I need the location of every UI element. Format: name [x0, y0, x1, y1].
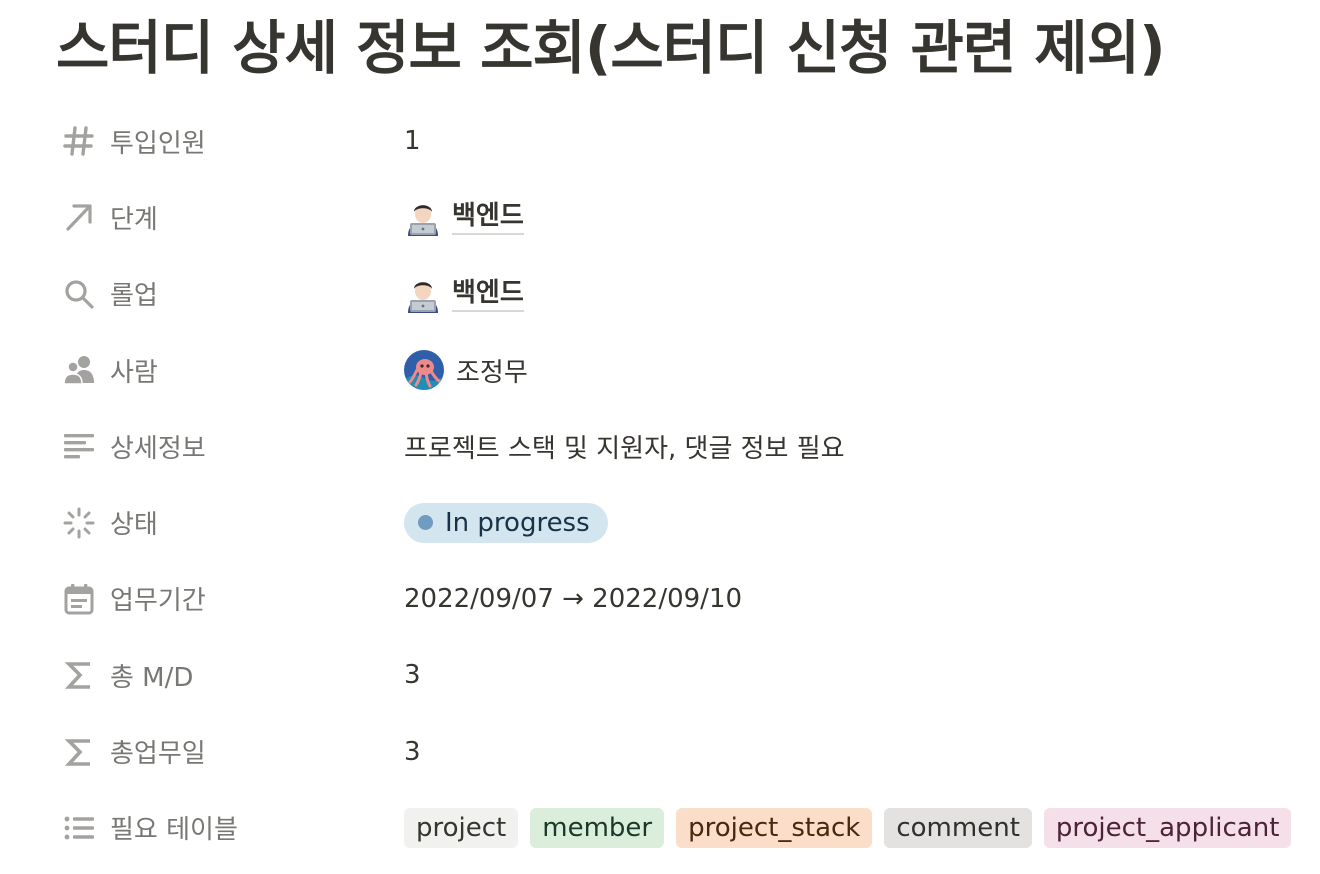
property-name-period[interactable]: 업무기간: [56, 573, 404, 625]
property-value-rollup[interactable]: 백엔드: [404, 275, 524, 313]
property-label: 상태: [110, 510, 158, 541]
loading-spinner-icon: [62, 506, 96, 540]
property-row-required-tables: 필요 테이블 project member project_stack comm…: [56, 790, 1306, 866]
property-name-required-tables[interactable]: 필요 테이블: [56, 802, 404, 854]
total-days-value: 3: [404, 736, 421, 767]
status-label: In progress: [445, 507, 590, 538]
property-label: 총업무일: [110, 739, 206, 770]
property-value-required-tables[interactable]: project member project_stack comment pro…: [404, 807, 1292, 848]
property-name-details[interactable]: 상세정보: [56, 420, 404, 472]
property-name-stage[interactable]: 단계: [56, 191, 404, 243]
text-lines-icon: [62, 429, 96, 463]
property-list: 투입인원 1 단계 백엔드 롤업 백엔드 사람 조정무 상세정보 프로젝트 스택…: [56, 103, 1306, 866]
tag-project[interactable]: project: [404, 807, 519, 848]
property-row-total-days: 총업무일 3: [56, 713, 1306, 789]
property-label: 필요 테이블: [110, 815, 238, 846]
property-label: 투입인원: [110, 128, 206, 159]
tag-project-stack[interactable]: project_stack: [676, 807, 873, 848]
total-md-value: 3: [404, 660, 421, 691]
people-icon: [62, 353, 96, 387]
property-label: 롤업: [110, 281, 158, 312]
property-label: 총 M/D: [110, 662, 194, 693]
property-row-total-md: 총 M/D 3: [56, 637, 1306, 713]
stage-relation-link[interactable]: 백엔드: [452, 199, 524, 236]
user-avatar[interactable]: [404, 350, 444, 391]
property-label: 업무기간: [110, 586, 206, 617]
property-value-stage[interactable]: 백엔드: [404, 198, 524, 237]
headcount-value: 1: [404, 126, 421, 157]
property-name-total-md[interactable]: 총 M/D: [56, 649, 404, 701]
property-label: 사람: [110, 357, 158, 388]
property-label: 상세정보: [110, 433, 206, 464]
property-row-person: 사람 조정무: [56, 332, 1306, 408]
page: 스터디 상세 정보 조회(스터디 신청 관련 제외) 투입인원 1 단계 백엔드…: [0, 0, 1320, 874]
property-value-details[interactable]: 프로젝트 스택 및 지원자, 댓글 정보 필요: [404, 428, 845, 465]
arrow-up-right-icon: [62, 200, 96, 234]
calendar-icon: [62, 582, 96, 616]
property-name-status[interactable]: 상태: [56, 497, 404, 549]
property-value-headcount[interactable]: 1: [404, 126, 421, 156]
property-value-status[interactable]: In progress: [404, 502, 608, 543]
rollup-relation-link[interactable]: 백엔드: [452, 276, 524, 312]
property-value-total-md[interactable]: 3: [404, 660, 421, 690]
technologist-emoji-icon: [404, 275, 442, 313]
property-row-details: 상세정보 프로젝트 스택 및 지원자, 댓글 정보 필요: [56, 408, 1306, 484]
property-name-rollup[interactable]: 롤업: [56, 268, 404, 320]
status-dot-icon: [418, 515, 433, 531]
person-name: 조정무: [456, 357, 528, 388]
property-row-rollup: 롤업 백엔드: [56, 256, 1306, 332]
status-badge[interactable]: In progress: [404, 502, 608, 543]
property-row-stage: 단계 백엔드: [56, 179, 1306, 255]
magnifier-icon: [62, 277, 96, 311]
property-value-period[interactable]: 2022/09/07 → 2022/09/10: [404, 584, 742, 614]
property-label: 단계: [110, 204, 158, 235]
bulleted-list-icon: [62, 811, 96, 845]
sigma-icon: [62, 735, 96, 769]
hash-icon: [62, 124, 96, 158]
property-name-total-days[interactable]: 총업무일: [56, 726, 404, 778]
details-text: 프로젝트 스택 및 지원자, 댓글 정보 필요: [404, 433, 845, 464]
tag-project-applicant[interactable]: project_applicant: [1043, 807, 1292, 848]
property-row-period: 업무기간 2022/09/07 → 2022/09/10: [56, 561, 1306, 637]
tag-comment[interactable]: comment: [884, 807, 1032, 848]
property-row-status: 상태 In progress: [56, 484, 1306, 560]
date-range: 2022/09/07 → 2022/09/10: [404, 583, 743, 614]
tag-member[interactable]: member: [530, 807, 665, 848]
technologist-emoji-icon: [404, 198, 442, 237]
property-name-headcount[interactable]: 투입인원: [56, 115, 404, 167]
page-title[interactable]: 스터디 상세 정보 조회(스터디 신청 관련 제외): [56, 8, 1166, 88]
property-value-total-days[interactable]: 3: [404, 737, 421, 767]
sigma-icon: [62, 658, 96, 692]
property-value-person[interactable]: 조정무: [404, 350, 528, 391]
property-row-headcount: 투입인원 1: [56, 103, 1306, 179]
property-name-person[interactable]: 사람: [56, 344, 404, 396]
